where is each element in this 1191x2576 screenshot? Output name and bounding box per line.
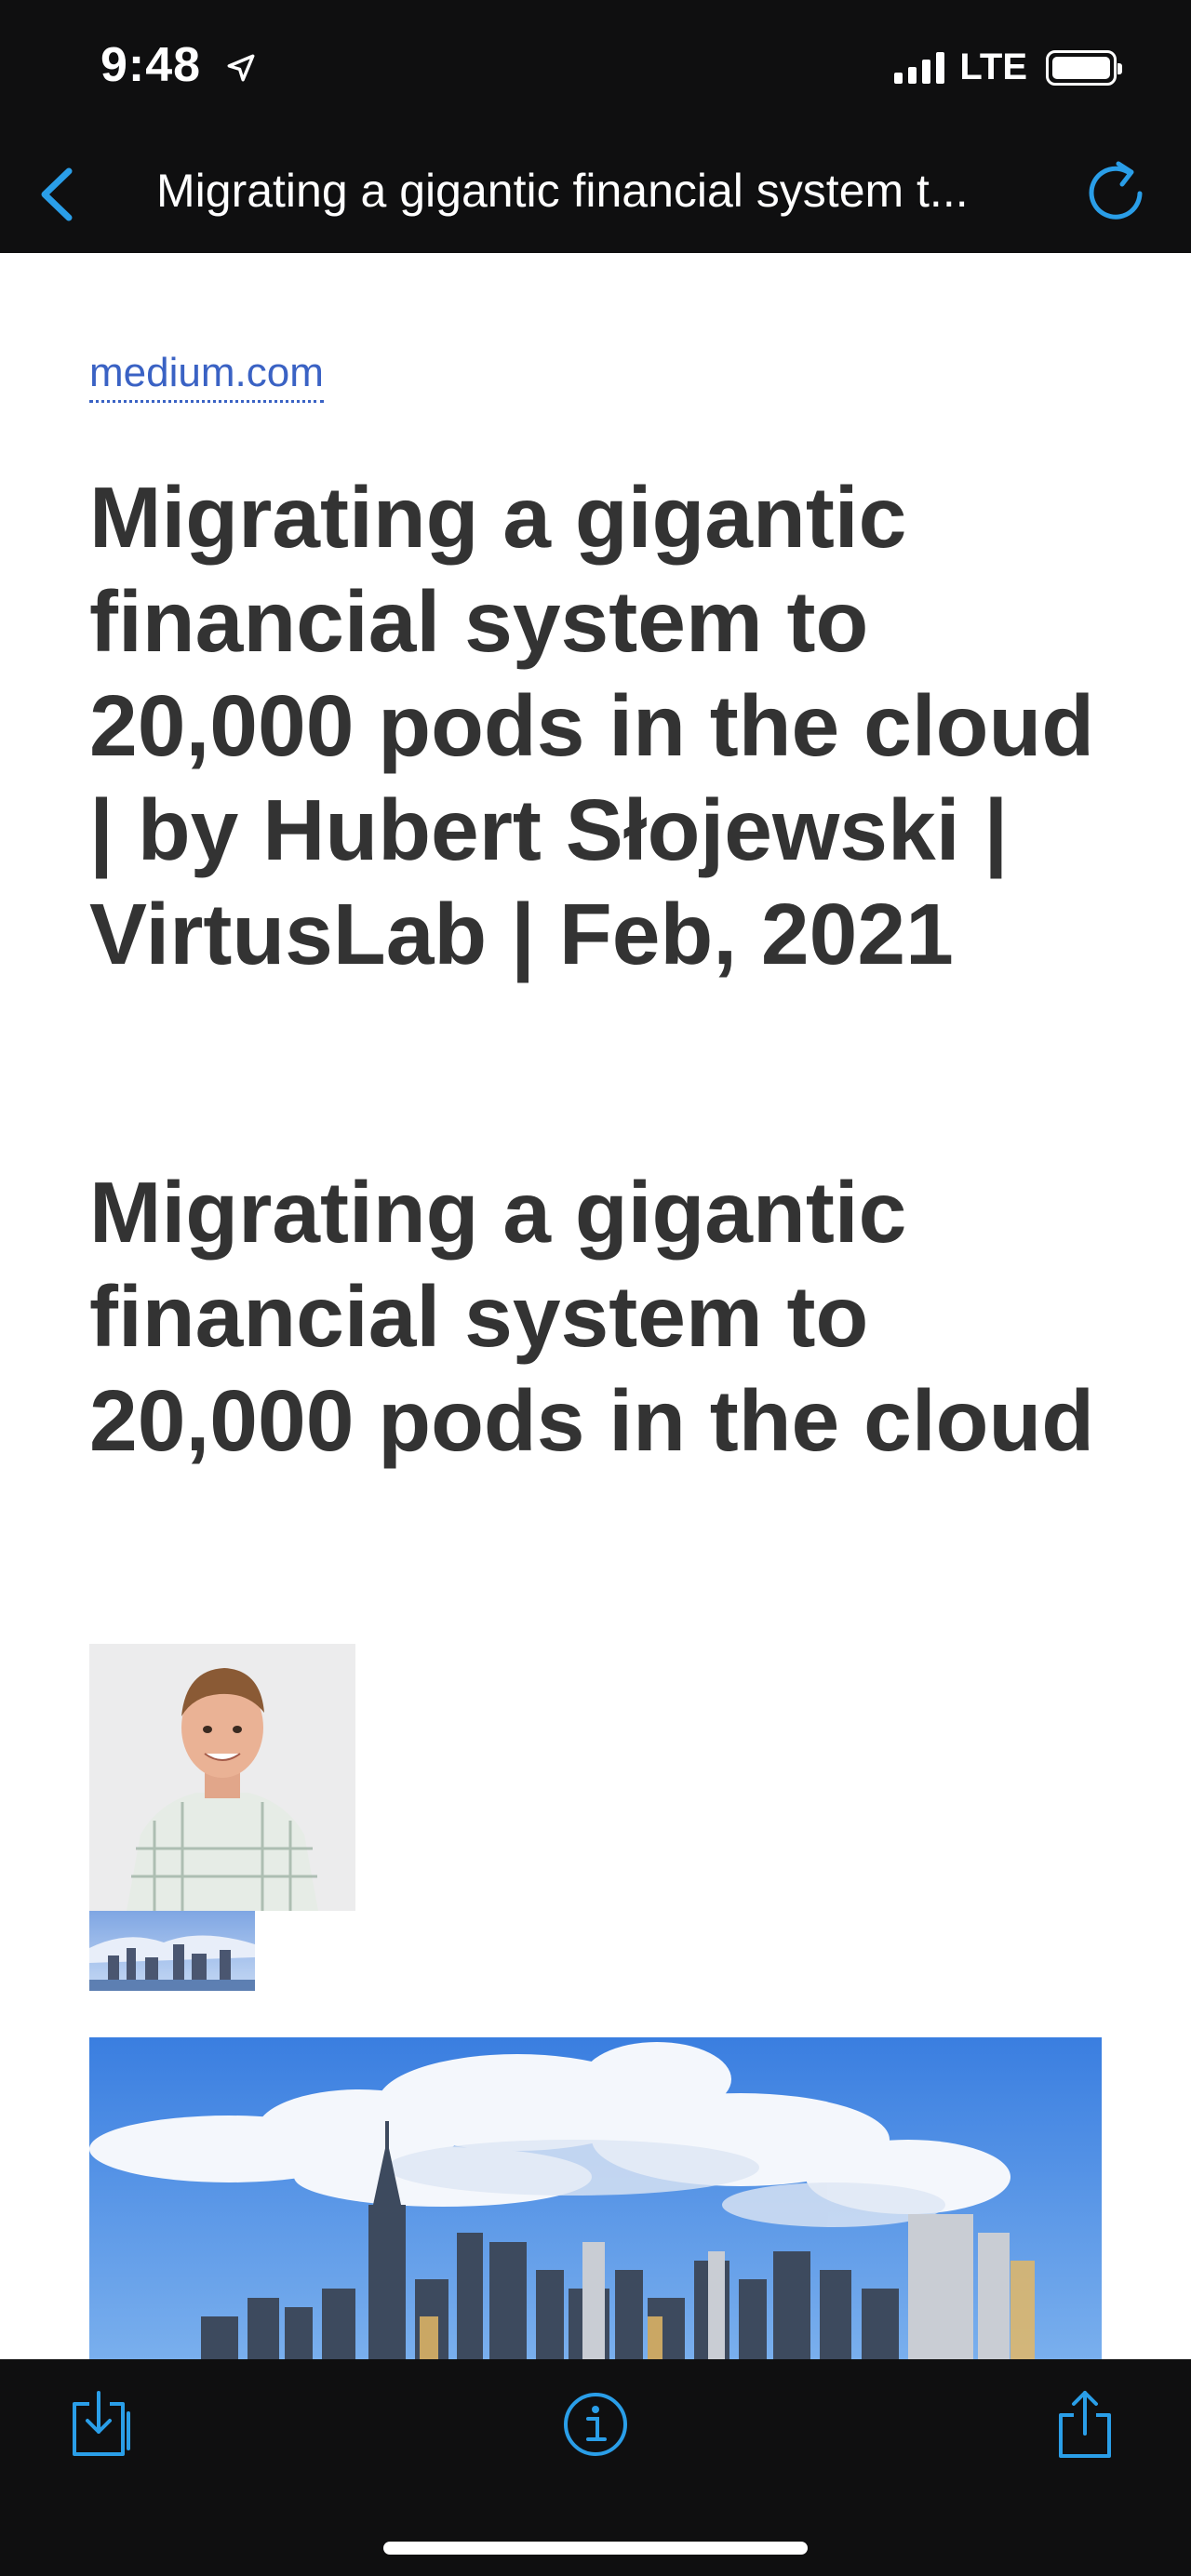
article-heading: Migrating a gigantic financial system to… — [89, 1164, 1095, 1469]
info-icon — [564, 2393, 627, 2456]
download-icon — [73, 2391, 130, 2456]
nav-title: Migrating a gigantic financial system t.… — [156, 165, 969, 217]
reload-icon — [1089, 161, 1143, 220]
battery-icon — [1046, 49, 1122, 86]
page-title: Migrating a gigantic financial system to… — [89, 469, 1095, 982]
home-indicator[interactable] — [383, 2542, 808, 2555]
status-bar: 9:48 LTE — [0, 0, 1191, 130]
bottom-toolbar — [0, 2359, 1191, 2576]
info-button[interactable] — [558, 2387, 633, 2462]
download-button[interactable] — [65, 2387, 140, 2462]
back-button[interactable] — [28, 162, 84, 227]
city-skyline-hero-image — [89, 2037, 1102, 2359]
clock-text: 9:48 — [100, 38, 202, 92]
thumbnail-image — [89, 1911, 255, 1991]
signal-strength-icon — [894, 51, 945, 84]
navigation-bar: Migrating a gigantic financial system t.… — [0, 130, 1191, 253]
status-time: 9:48 — [100, 37, 257, 96]
chevron-left-icon — [41, 167, 73, 221]
reload-button[interactable] — [1081, 156, 1150, 225]
location-arrow-icon — [225, 40, 257, 96]
source-link[interactable]: medium.com — [89, 350, 324, 403]
share-icon — [1059, 2391, 1111, 2458]
status-indicators: LTE — [894, 47, 1122, 88]
network-type: LTE — [959, 47, 1027, 87]
author-avatar — [89, 1644, 355, 1911]
article-content: medium.com Migrating a gigantic financia… — [0, 253, 1191, 2359]
share-button[interactable] — [1048, 2387, 1122, 2462]
